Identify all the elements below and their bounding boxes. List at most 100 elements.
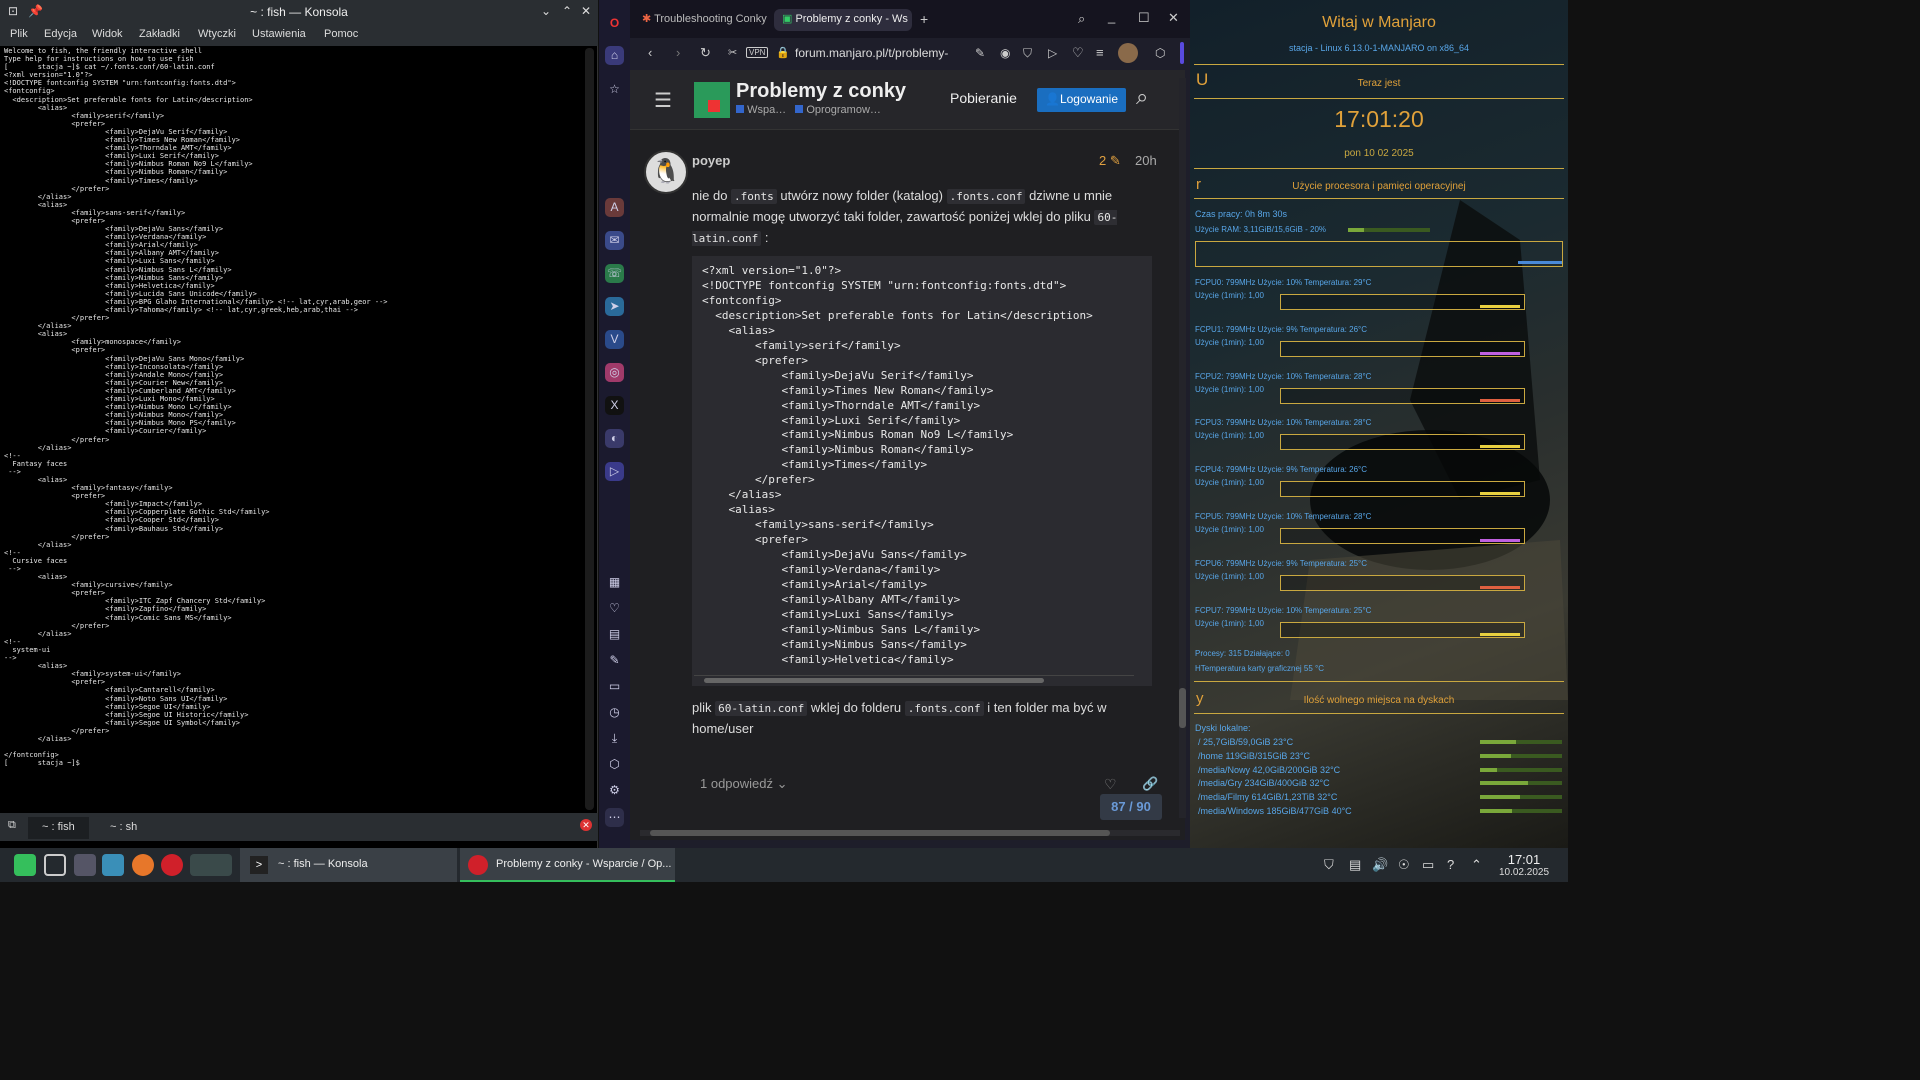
reload-icon[interactable]: ↻ [700, 45, 711, 61]
tray-clock[interactable]: 17:01 [1494, 852, 1554, 867]
topic-title[interactable]: Problemy z conky [736, 80, 906, 103]
task-opera[interactable]: Problemy z conky - Wsparcie / Op... [460, 848, 675, 882]
vk-icon[interactable]: V [605, 330, 624, 349]
forward-icon[interactable]: › [676, 45, 680, 60]
scroll-thumb[interactable] [650, 830, 1110, 836]
whatsapp-icon[interactable]: ☏ [605, 264, 624, 283]
code-hscrollbar[interactable] [694, 675, 1134, 683]
help-icon[interactable]: ? [1447, 857, 1454, 872]
tab-problemy-z-conky[interactable]: ▣ Problemy z conky - Ws [774, 9, 912, 31]
edit-count[interactable]: 2 ✎ [1099, 153, 1121, 169]
tracker-icon[interactable]: ✂ [728, 46, 737, 59]
clipboard-icon[interactable]: ▤ [1349, 857, 1361, 873]
url-field[interactable]: forum.manjaro.pl/t/problemy- [795, 46, 1035, 68]
network-icon[interactable]: ☉ [1398, 857, 1410, 873]
sidebar-toggle[interactable] [1180, 42, 1184, 64]
maximize-icon[interactable]: ⌃ [562, 4, 572, 18]
new-tab-icon[interactable]: ⧉ [8, 819, 16, 832]
minimize-icon[interactable]: _ [1108, 9, 1115, 24]
shield-tray-icon[interactable]: ⛉ [1324, 857, 1334, 873]
firefox-icon[interactable] [132, 854, 154, 876]
aria-icon[interactable]: A [605, 198, 624, 217]
heart-icon[interactable]: ♡ [605, 599, 624, 618]
system-settings-icon[interactable] [74, 854, 96, 876]
replies-toggle[interactable]: 1 odpowiedź ⌄ [700, 776, 788, 792]
shield-icon[interactable]: ⛉ [1023, 46, 1032, 61]
minimize-icon[interactable]: ⌄ [541, 4, 551, 18]
edit-icon[interactable]: ✎ [975, 46, 985, 60]
menu-edycja[interactable]: Edycja [44, 28, 77, 40]
more-icon[interactable]: ⋯ [605, 808, 624, 827]
tab-fish[interactable]: ~ : fish [28, 817, 89, 839]
player-icon[interactable]: ▷ [605, 462, 624, 481]
extensions-icon[interactable]: ⬡ [605, 755, 624, 774]
x-twitter-icon[interactable]: X [605, 396, 624, 415]
tab-sh[interactable]: ~ : sh [96, 817, 151, 839]
task-konsola[interactable]: > ~ : fish — Konsola [240, 848, 457, 882]
show-desktop-icon[interactable] [44, 854, 66, 876]
menu-plik[interactable]: Plik [10, 28, 28, 40]
extensions-cube-icon[interactable]: ⬡ [1155, 46, 1165, 60]
search-icon[interactable]: ⌕ [1078, 11, 1085, 27]
close-icon[interactable]: ✕ [581, 4, 591, 18]
download-icon[interactable]: ⤓ [605, 729, 624, 748]
scroll-thumb[interactable] [1179, 688, 1186, 728]
volume-icon[interactable]: 🔊 [1372, 857, 1388, 873]
terminal-scrollbar[interactable] [585, 48, 594, 810]
new-tab-plus-icon[interactable]: + [920, 11, 928, 27]
menu-ustawienia[interactable]: Ustawienia [252, 28, 306, 40]
like-heart-icon[interactable]: ♡ [1104, 776, 1117, 793]
nav-download[interactable]: Pobieranie [950, 90, 1017, 106]
terminal-output[interactable]: Welcome to fish, the friendly interactiv… [4, 47, 582, 812]
telegram-icon[interactable]: ➤ [605, 297, 624, 316]
hamburger-menu-icon[interactable]: ☰ [654, 88, 672, 113]
menu-pomoc[interactable]: Pomoc [324, 28, 358, 40]
easy-setup-icon[interactable]: ≡ [1096, 45, 1104, 60]
display-icon[interactable]: ▭ [1422, 857, 1434, 873]
tab-troubleshooting-conky[interactable]: ✱ Troubleshooting Conky [634, 9, 774, 31]
code-block[interactable]: <?xml version="1.0"?> <!DOCTYPE fontconf… [692, 256, 1152, 686]
post-author[interactable]: poyep [692, 153, 730, 168]
menu-widok[interactable]: Widok [92, 28, 123, 40]
tray-date[interactable]: 10.02.2025 [1492, 867, 1556, 878]
pinboard-icon[interactable]: ✎ [605, 651, 624, 670]
messenger-icon[interactable]: ✉ [605, 231, 624, 250]
close-icon[interactable]: ✕ [1168, 10, 1179, 26]
heart-icon[interactable]: ♡ [1072, 45, 1084, 61]
menu-wtyczki[interactable]: Wtyczki [198, 28, 236, 40]
avatar[interactable]: 🐧 [644, 150, 688, 194]
topic-progress[interactable]: 87 / 90 [1100, 794, 1162, 820]
file-manager-icon[interactable] [102, 854, 124, 876]
maximize-icon[interactable]: ☐ [1138, 10, 1150, 26]
news-icon[interactable]: ▤ [605, 625, 624, 644]
pager-icon[interactable] [190, 854, 232, 876]
opera-icon[interactable] [161, 854, 183, 876]
login-button[interactable]: 👤Logowanie [1037, 88, 1127, 112]
manjaro-menu-icon[interactable] [14, 854, 36, 876]
vpn-badge[interactable]: VPN [746, 47, 769, 58]
workspaces-icon[interactable]: ▦ [605, 573, 624, 592]
category-1[interactable]: Wspa… [747, 104, 786, 116]
close-tab-icon[interactable]: ✕ [580, 819, 592, 831]
settings-gear-icon[interactable]: ⚙ [605, 781, 624, 800]
instagram-icon[interactable]: ◎ [605, 363, 624, 382]
play-icon[interactable]: ▷ [1048, 46, 1057, 60]
bookmark-star-icon[interactable]: ☆ [605, 80, 624, 99]
scroll-thumb[interactable] [704, 678, 1044, 683]
link-icon[interactable]: 🔗 [1142, 776, 1158, 792]
home-icon[interactable]: ⌂ [605, 46, 624, 65]
back-icon[interactable]: ‹ [648, 45, 652, 60]
category-2[interactable]: Oprogramow… [806, 104, 881, 116]
opera-logo-icon[interactable]: O [605, 14, 624, 33]
tabs-icon[interactable]: ▭ [605, 677, 624, 696]
camera-icon[interactable]: ◉ [1000, 46, 1010, 60]
history-icon[interactable]: ◷ [605, 703, 624, 722]
manjaro-logo[interactable] [694, 82, 730, 118]
discord-icon[interactable]: ◐ [605, 429, 624, 448]
chevron-up-icon[interactable]: ⌃ [1471, 857, 1482, 873]
avatar[interactable] [1118, 43, 1138, 63]
page-hscrollbar[interactable] [640, 830, 1180, 836]
page-vscrollbar[interactable] [1179, 78, 1186, 818]
post-age[interactable]: 20h [1135, 153, 1157, 168]
konsola-titlebar[interactable]: ⊡ 📌 ~ : fish — Konsola ⌄ ⌃ ✕ [0, 0, 598, 24]
